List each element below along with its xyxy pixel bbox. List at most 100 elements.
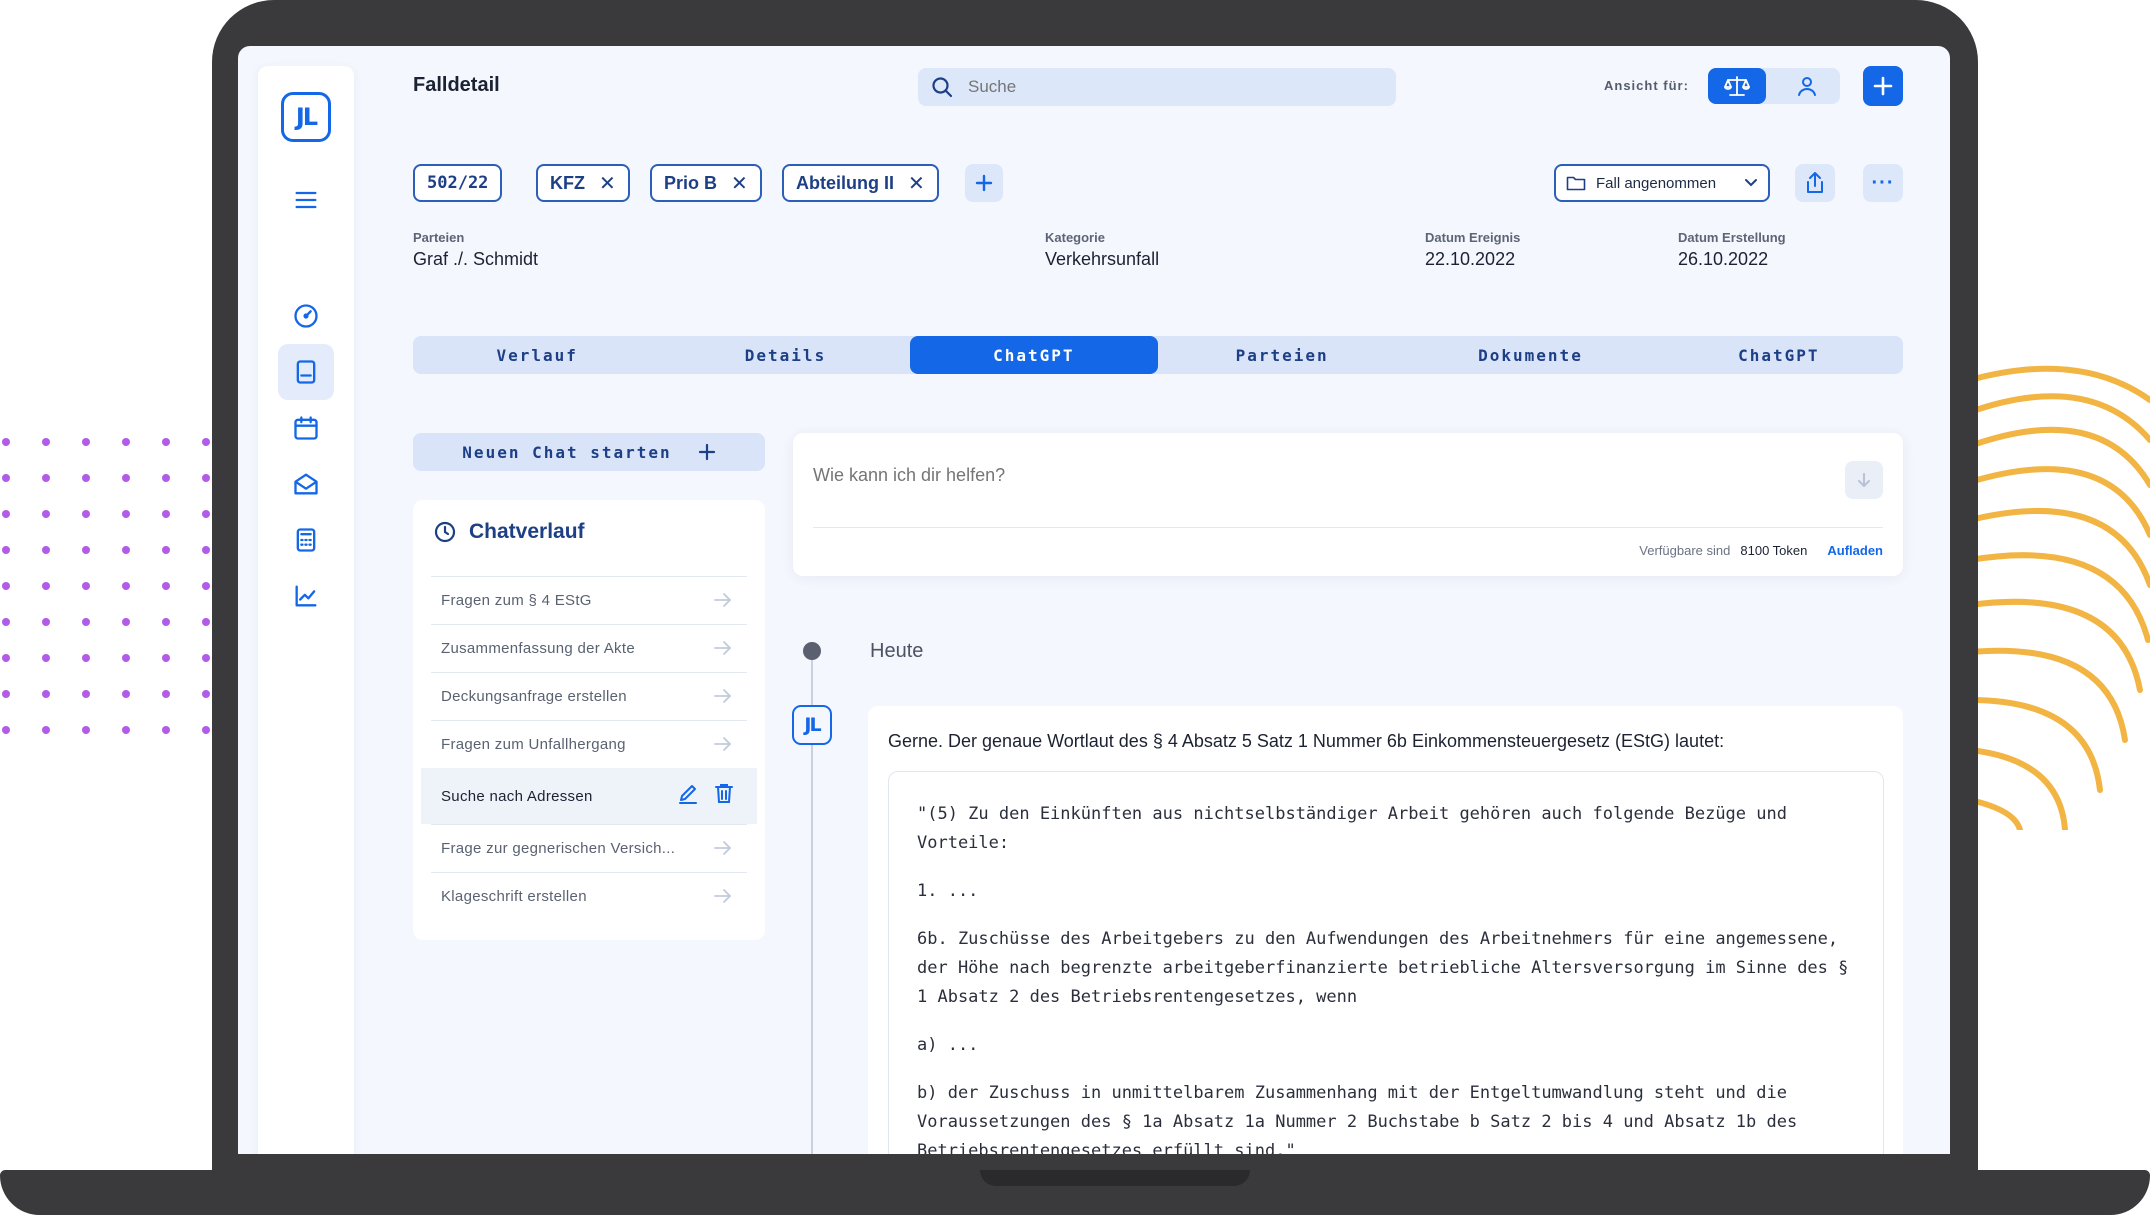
arrow-down-icon [1858, 473, 1870, 487]
tab-verlauf[interactable]: Verlauf [413, 336, 661, 374]
tokens-label: Verfügbare sind [1639, 543, 1731, 558]
decor-dot [122, 726, 130, 734]
tab-chatgpt[interactable]: ChatGPT [909, 336, 1158, 374]
decor-dot [122, 546, 130, 554]
chart-icon[interactable] [278, 568, 334, 624]
mail-icon[interactable] [278, 456, 334, 512]
prompt-input[interactable] [813, 465, 1773, 486]
decor-dot [42, 474, 50, 482]
decor-dot [202, 510, 210, 518]
chat-history-item[interactable]: Deckungsanfrage erstellen [431, 672, 747, 720]
meta-datum-erstellung: Datum Erstellung 26.10.2022 [1678, 230, 1786, 270]
decor-dot [202, 546, 210, 554]
app-logo[interactable]: JL [281, 92, 331, 142]
decor-dot [42, 654, 50, 662]
new-chat-button[interactable]: Neuen Chat starten [413, 433, 765, 471]
tag-label: KFZ [550, 172, 585, 193]
search-icon [932, 77, 953, 98]
add-tag-button[interactable] [965, 164, 1003, 202]
add-button[interactable] [1863, 66, 1903, 106]
tab-dokumente[interactable]: Dokumente [1406, 336, 1654, 374]
arrow-right-icon[interactable] [713, 639, 733, 661]
arrow-right-icon[interactable] [713, 839, 733, 861]
search-bar[interactable] [918, 68, 1396, 106]
decor-dot [122, 654, 130, 662]
close-icon[interactable]: ✕ [731, 171, 748, 196]
tag-label: Prio B [664, 172, 718, 193]
decor-arcs [1967, 365, 2150, 830]
assistant-message: Gerne. Der genaue Wortlaut des § 4 Absat… [868, 706, 1903, 1154]
decor-dot [202, 654, 210, 662]
tag-abteilung[interactable]: Abteilung II ✕ [782, 164, 939, 202]
meta-label: Datum Erstellung [1678, 230, 1786, 245]
view-lawyer-button[interactable] [1708, 68, 1766, 104]
quote-paragraph: "(5) Zu den Einkünften aus nichtselbstän… [917, 804, 1798, 853]
decor-dot [82, 690, 90, 698]
meta-datum-ereignis: Datum Ereignis 22.10.2022 [1425, 230, 1520, 270]
view-client-button[interactable] [1778, 68, 1836, 104]
tag-kfz[interactable]: KFZ ✕ [536, 164, 630, 202]
calendar-icon[interactable] [278, 400, 334, 456]
page-title: Falldetail [413, 74, 500, 96]
case-number-tag[interactable]: 502/22 [413, 164, 503, 202]
arrow-right-icon[interactable] [713, 887, 733, 909]
arrow-right-icon[interactable] [713, 735, 733, 757]
laptop-notch [980, 1170, 1250, 1186]
decor-dot [202, 438, 210, 446]
folder-icon [1566, 176, 1586, 191]
trash-icon[interactable] [713, 782, 735, 808]
calculator-icon[interactable] [278, 512, 334, 568]
chat-history-item[interactable]: Klageschrift erstellen [431, 872, 747, 920]
decor-dot [2, 510, 10, 518]
decor-dot [42, 618, 50, 626]
share-button[interactable] [1795, 164, 1835, 202]
send-button[interactable] [1845, 461, 1883, 499]
quote-paragraph: 1. ... [917, 881, 979, 901]
answer-intro: Gerne. Der genaue Wortlaut des § 4 Absat… [888, 731, 1725, 751]
decor-dot [2, 474, 10, 482]
cases-icon[interactable] [278, 344, 334, 400]
stage: JL Falldetail Suche Ansicht für: 502/22 … [0, 0, 2150, 1215]
more-button[interactable]: ··· [1863, 164, 1903, 202]
status-value: Fall angenommen [1596, 174, 1717, 192]
close-icon[interactable]: ✕ [599, 171, 616, 196]
chat-history-label: Frage zur gegnerischen Versich... [441, 840, 676, 857]
decor-dot [42, 546, 50, 554]
decor-dot [162, 618, 170, 626]
dashboard-icon[interactable] [278, 288, 334, 344]
arrow-right-icon[interactable] [713, 591, 733, 613]
close-icon[interactable]: ✕ [908, 171, 925, 196]
decor-dot [122, 438, 130, 446]
meta-label: Datum Ereignis [1425, 230, 1521, 245]
menu-icon[interactable] [278, 172, 334, 228]
chat-history-item[interactable]: Frage zur gegnerischen Versich... [431, 824, 747, 872]
tab-parteien[interactable]: Parteien [1158, 336, 1406, 374]
chat-history-item[interactable]: Fragen zum § 4 EStG [431, 576, 747, 624]
search-input[interactable] [968, 77, 1368, 97]
plus-icon [1873, 76, 1893, 96]
chat-history-label: Fragen zum Unfallhergang [441, 736, 626, 753]
decor-dot [82, 654, 90, 662]
timeline-dot [803, 642, 821, 660]
meta-label: Kategorie [1045, 230, 1105, 245]
chat-history-item[interactable]: Zusammenfassung der Akte [431, 624, 747, 672]
clock-icon [434, 521, 456, 543]
arrow-right-icon[interactable] [713, 687, 733, 709]
chat-history-label: Deckungsanfrage erstellen [441, 688, 627, 705]
status-dropdown[interactable]: Fall angenommen [1554, 164, 1770, 202]
reload-tokens-link[interactable]: Aufladen [1827, 543, 1883, 558]
tab-details[interactable]: Details [661, 336, 909, 374]
decor-dot [162, 546, 170, 554]
tab-chatgpt-2[interactable]: ChatGPT [1655, 336, 1903, 374]
tag-label: Abteilung II [796, 172, 894, 193]
decor-dot [2, 726, 10, 734]
tag-prio[interactable]: Prio B ✕ [650, 164, 762, 202]
meta-value: 22.10.2022 [1425, 249, 1516, 269]
view-toggle[interactable] [1708, 68, 1840, 104]
meta-label: Parteien [413, 230, 465, 245]
chat-history-item[interactable]: Suche nach Adressen [421, 768, 757, 824]
decor-dot [2, 690, 10, 698]
decor-dot [202, 726, 210, 734]
chat-history-item[interactable]: Fragen zum Unfallhergang [431, 720, 747, 768]
pencil-icon[interactable] [677, 782, 699, 808]
